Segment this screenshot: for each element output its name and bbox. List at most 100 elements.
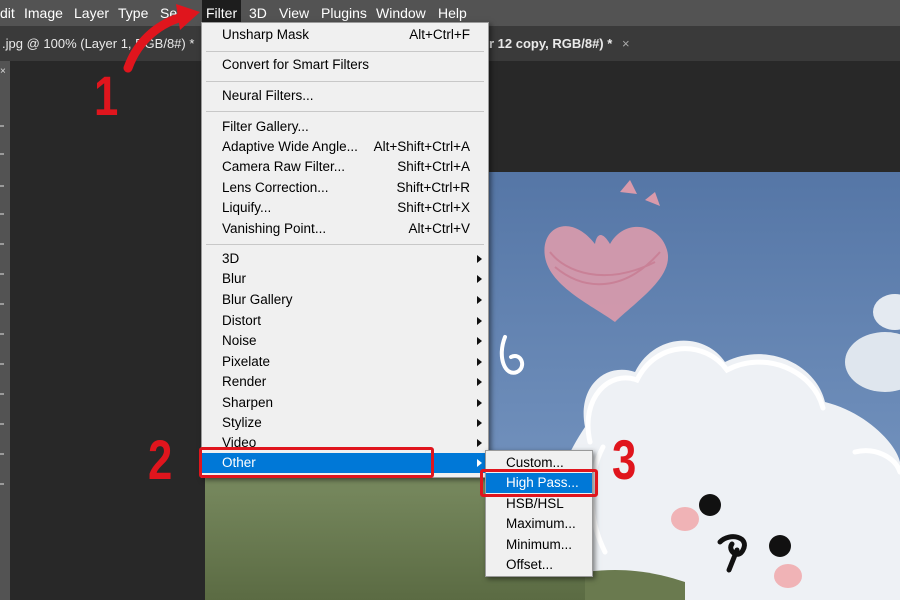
- submenu-arrow-icon: [477, 439, 482, 447]
- document-tab-label: r 12 copy, RGB/8#) *: [489, 36, 613, 51]
- menu-item-shortcut: Alt+Ctrl+V: [408, 221, 470, 236]
- menu-item-label: Blur Gallery: [222, 292, 293, 307]
- menu-item-shortcut: Shift+Ctrl+R: [396, 180, 470, 195]
- menu-item-label: Convert for Smart Filters: [222, 57, 370, 72]
- document-tab-label: .jpg @ 100% (Layer 1, RGB/8#) *: [2, 36, 195, 51]
- character-eye: [699, 494, 721, 516]
- menu-select[interactable]: Sel: [156, 0, 184, 26]
- submenu-item-maximum[interactable]: Maximum...: [486, 514, 592, 534]
- filter-menu-dropdown: Unsharp Mask Alt+Ctrl+F Convert for Smar…: [201, 22, 489, 478]
- step-number-3: 3: [612, 428, 637, 491]
- submenu-arrow-icon: [477, 358, 482, 366]
- close-icon[interactable]: ×: [622, 36, 630, 51]
- menu-item-shortcut: Shift+Ctrl+A: [397, 159, 470, 174]
- menu-item-label: Adaptive Wide Angle...: [222, 139, 358, 154]
- tool-tick[interactable]: [0, 363, 4, 365]
- menu-item-label: Blur: [222, 271, 247, 286]
- tools-panel: ×: [0, 61, 10, 600]
- menu-image[interactable]: Image: [20, 0, 67, 26]
- tool-tick[interactable]: [0, 303, 4, 305]
- menu-separator: [206, 81, 484, 82]
- document-tab-layer1[interactable]: .jpg @ 100% (Layer 1, RGB/8#) * ×: [2, 26, 212, 61]
- menu-item-label: Sharpen: [222, 395, 274, 410]
- menu-item-label: Unsharp Mask: [222, 27, 310, 42]
- document-tab-layer12-copy[interactable]: r 12 copy, RGB/8#) * ×: [489, 26, 630, 61]
- tool-tick[interactable]: [0, 243, 4, 245]
- submenu-arrow-icon: [477, 378, 482, 386]
- character-blush: [774, 564, 802, 588]
- submenu-arrow-icon: [477, 337, 482, 345]
- submenu-arrow-icon: [477, 317, 482, 325]
- menu-item-label: Filter Gallery...: [222, 119, 309, 134]
- menu-item-label: 3D: [222, 251, 240, 266]
- submenu-arrow-icon: [477, 399, 482, 407]
- tool-tick[interactable]: [0, 453, 4, 455]
- tool-tick[interactable]: [0, 333, 4, 335]
- submenu-arrow-icon: [477, 255, 482, 263]
- highlight-box-other: [199, 447, 434, 478]
- menu-item-vanishing-point[interactable]: Vanishing Point... Alt+Ctrl+V: [202, 219, 488, 239]
- submenu-distort[interactable]: Distort: [202, 311, 488, 331]
- step-number-1: 1: [94, 64, 119, 127]
- menu-item-shortcut: Alt+Shift+Ctrl+A: [373, 139, 470, 154]
- submenu-arrow-icon: [477, 459, 482, 467]
- menu-item-adaptive-wide-angle[interactable]: Adaptive Wide Angle... Alt+Shift+Ctrl+A: [202, 137, 488, 157]
- tool-tick[interactable]: [0, 393, 4, 395]
- menu-edit[interactable]: dit: [0, 0, 19, 26]
- submenu-item-minimum[interactable]: Minimum...: [486, 535, 592, 555]
- menu-item-shortcut: Alt+Ctrl+F: [409, 27, 470, 42]
- menu-item-liquify[interactable]: Liquify... Shift+Ctrl+X: [202, 198, 488, 218]
- menu-item-label: Distort: [222, 313, 262, 328]
- menu-item-label: Vanishing Point...: [222, 221, 327, 236]
- menu-item-label: Lens Correction...: [222, 180, 329, 195]
- submenu-blur[interactable]: Blur: [202, 269, 488, 289]
- menu-separator: [206, 111, 484, 112]
- tool-tick[interactable]: [0, 483, 4, 485]
- menu-item-label: Neural Filters...: [222, 88, 314, 103]
- menu-item-neural-filters[interactable]: Neural Filters...: [202, 86, 488, 106]
- submenu-item-hsb-hsl[interactable]: HSB/HSL: [486, 494, 592, 514]
- menu-type[interactable]: Type: [114, 0, 152, 26]
- submenu-blur-gallery[interactable]: Blur Gallery: [202, 290, 488, 310]
- menu-item-camera-raw-filter[interactable]: Camera Raw Filter... Shift+Ctrl+A: [202, 157, 488, 177]
- menu-item-label: Camera Raw Filter...: [222, 159, 346, 174]
- tool-tick[interactable]: [0, 185, 4, 187]
- submenu-stylize[interactable]: Stylize: [202, 413, 488, 433]
- submenu-render[interactable]: Render: [202, 372, 488, 392]
- menu-item-label: Pixelate: [222, 354, 271, 369]
- submenu-sharpen[interactable]: Sharpen: [202, 393, 488, 413]
- menu-item-lens-correction[interactable]: Lens Correction... Shift+Ctrl+R: [202, 178, 488, 198]
- submenu-noise[interactable]: Noise: [202, 331, 488, 351]
- tool-tick[interactable]: [0, 273, 4, 275]
- submenu-pixelate[interactable]: Pixelate: [202, 352, 488, 372]
- character-eye: [769, 535, 791, 557]
- submenu-3d[interactable]: 3D: [202, 249, 488, 269]
- step-number-2: 2: [148, 428, 173, 491]
- submenu-arrow-icon: [477, 296, 482, 304]
- highlight-box-high-pass: [480, 469, 598, 497]
- menu-item-unsharp-mask[interactable]: Unsharp Mask Alt+Ctrl+F: [202, 25, 488, 45]
- tool-tick[interactable]: [0, 423, 4, 425]
- tool-tick[interactable]: [0, 153, 4, 155]
- menu-item-convert-smart-filters[interactable]: Convert for Smart Filters: [202, 55, 488, 75]
- menu-item-label: HSB/HSL: [506, 496, 564, 511]
- menu-item-label: Minimum...: [506, 537, 573, 552]
- menu-item-shortcut: Shift+Ctrl+X: [397, 200, 470, 215]
- submenu-arrow-icon: [477, 275, 482, 283]
- tool-tick[interactable]: [0, 125, 4, 127]
- menu-item-label: Stylize: [222, 415, 262, 430]
- menu-separator: [206, 244, 484, 245]
- menu-layer[interactable]: Layer: [70, 0, 113, 26]
- menu-item-label: Noise: [222, 333, 257, 348]
- menu-item-label: Maximum...: [506, 516, 576, 531]
- menu-item-label: Render: [222, 374, 267, 389]
- menu-item-label: Offset...: [506, 557, 554, 572]
- submenu-arrow-icon: [477, 419, 482, 427]
- tool-tick[interactable]: [0, 213, 4, 215]
- collapse-icon[interactable]: ×: [0, 67, 6, 77]
- menu-separator: [206, 51, 484, 52]
- character-blush: [671, 507, 699, 531]
- menu-item-label: Liquify...: [222, 200, 272, 215]
- submenu-item-offset[interactable]: Offset...: [486, 555, 592, 575]
- menu-item-filter-gallery[interactable]: Filter Gallery...: [202, 117, 488, 137]
